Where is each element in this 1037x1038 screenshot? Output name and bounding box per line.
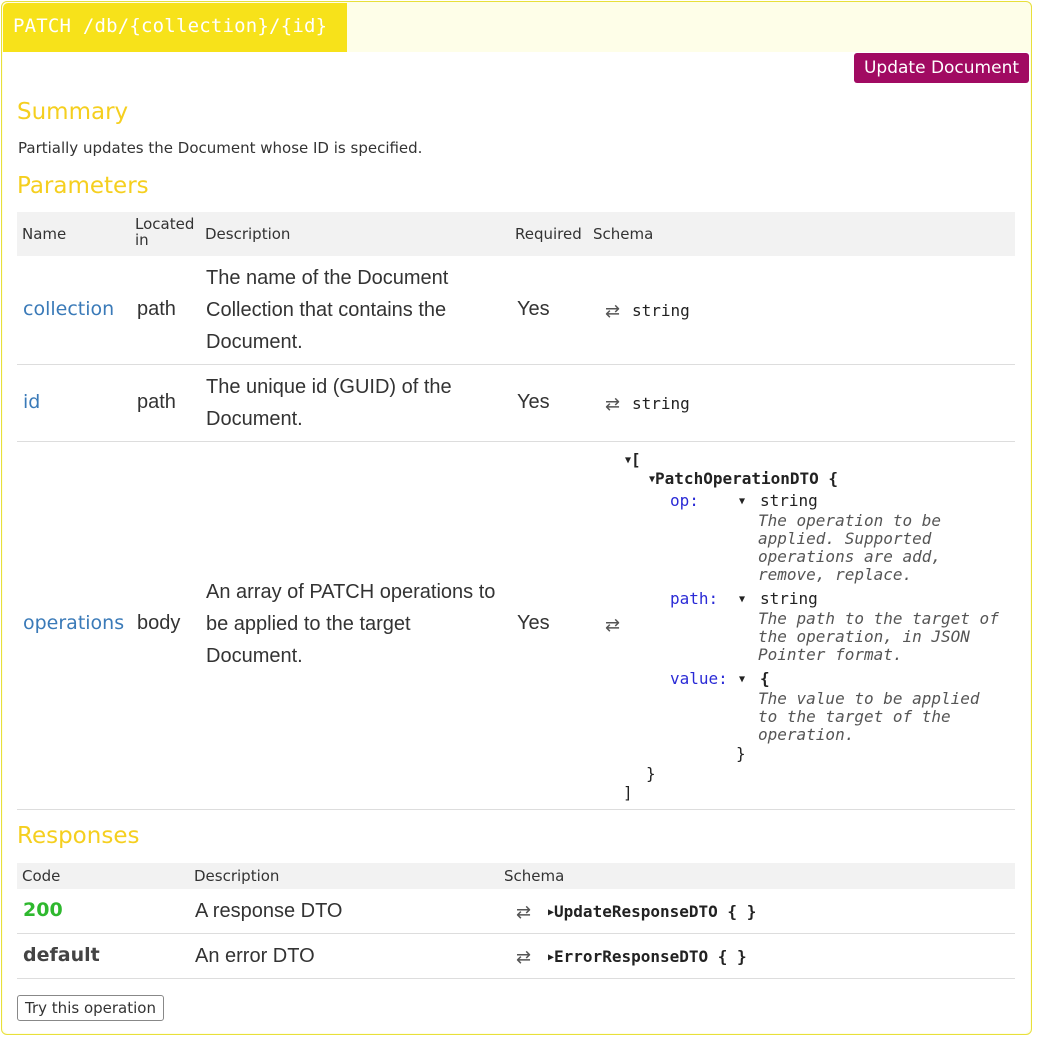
prop-desc-path: The path to the target of the operation,… [758,610,999,664]
param-description: The name of the Document Collection that… [206,262,506,358]
prop-value-toggle[interactable]: ▼ [739,669,745,688]
col-located-header: Located in [135,216,194,248]
prop-key-value: value: [670,669,728,688]
expanded-triangle-icon[interactable]: ▼ [739,594,745,605]
param-description: The unique id (GUID) of the Document. [206,371,506,435]
prop-desc-line: applied. Supported [758,529,932,548]
param-description-line: be applied to the target [206,613,411,635]
expanded-triangle-icon[interactable]: ▼ [739,674,745,685]
expanded-triangle-icon[interactable]: ▼ [649,474,655,485]
model-close-brace: } [646,764,656,783]
response-schema[interactable]: ▶ErrorResponseDTO { } [548,947,747,966]
param-row-id: id path The unique id (GUID) of the Docu… [17,365,1015,442]
array-open-bracket: [ [631,450,641,469]
param-description-line: The unique id (GUID) of the [206,376,452,398]
param-required: Yes [517,612,550,634]
col-schema-header: Schema [504,867,565,885]
prop-desc-line: the operation, in JSON [758,627,970,646]
col-description-header: Description [205,225,291,243]
array-close-bracket: ] [623,783,633,802]
response-code: default [23,944,100,966]
update-document-button[interactable]: Update Document [854,53,1029,83]
prop-desc-line: to the target of the [758,707,951,726]
schema-model[interactable]: ▼PatchOperationDTO { [649,469,838,488]
col-code-header: Code [22,867,61,885]
param-required: Yes [517,391,550,413]
param-description-line: Collection that contains the [206,299,447,321]
param-type: string [632,394,690,413]
prop-key-op: op: [670,491,699,510]
prop-desc-line: Pointer format. [758,645,903,664]
param-row-operations: operations body An array of PATCH operat… [17,442,1015,810]
param-description: An array of PATCH operations to be appli… [206,576,506,672]
param-type: string [632,301,690,320]
collapsed-triangle-icon[interactable]: ▶ [548,907,554,918]
schema-array-open[interactable]: ▼[ [625,450,641,469]
param-description-line: Document. [206,645,303,667]
prop-op-toggle[interactable]: ▼ [739,491,745,510]
expanded-triangle-icon[interactable]: ▼ [625,455,631,466]
prop-type-path: string [760,589,818,608]
responses-title: Responses [17,823,140,849]
summary-text: Partially updates the Document whose ID … [18,139,423,157]
response-schema[interactable]: ▶UpdateResponseDTO { } [548,902,756,921]
swap-icon[interactable]: ⇄ [516,902,531,923]
prop-desc-line: The path to the target of [758,609,999,628]
prop-desc-line: operation. [758,725,855,744]
prop-desc-line: The operation to be [758,511,942,530]
response-schema-name: ErrorResponseDTO { } [554,947,747,966]
responses-table-header: Code Description Schema [17,863,1015,889]
response-description: An error DTO [195,945,315,967]
response-code: 200 [23,899,63,921]
prop-type-op: string [760,491,818,510]
param-location: path [137,298,176,320]
param-row-collection: collection path The name of the Document… [17,256,1015,365]
response-description: A response DTO [195,900,343,922]
value-close-brace: } [736,744,746,763]
param-name-id[interactable]: id [23,391,40,413]
parameters-table-header: Name Located in Description Required Sch… [17,212,1015,256]
response-row-default: default An error DTO ⇄ ▶ErrorResponseDTO… [17,934,1015,979]
param-name-collection[interactable]: collection [23,298,114,320]
swap-icon[interactable]: ⇄ [516,947,531,968]
prop-desc-line: The value to be applied [758,689,980,708]
col-name-header: Name [22,225,67,243]
prop-desc-line: remove, replace. [758,565,913,584]
endpoint-method-path[interactable]: PATCH /db/{collection}/{id} [3,3,347,52]
col-located-header-line2: in [135,231,149,249]
prop-key-path: path: [670,589,719,608]
swap-icon[interactable]: ⇄ [605,615,620,636]
param-location: body [137,612,181,634]
prop-desc-line: operations are add, [758,547,942,566]
col-located-header-line1: Located [135,215,195,233]
model-name: PatchOperationDTO { [655,469,839,488]
param-required: Yes [517,298,550,320]
param-description-line: An array of PATCH operations to [206,581,496,603]
response-schema-name: UpdateResponseDTO { } [554,902,757,921]
col-description-header: Description [194,867,280,885]
response-row-200: 200 A response DTO ⇄ ▶UpdateResponseDTO … [17,889,1015,934]
collapsed-triangle-icon[interactable]: ▶ [548,952,554,963]
param-name-operations[interactable]: operations [23,612,124,634]
param-description-line: Document. [206,408,303,430]
expanded-triangle-icon[interactable]: ▼ [739,496,745,507]
swap-icon[interactable]: ⇄ [605,301,620,322]
col-required-header: Required [515,225,582,243]
parameters-title: Parameters [17,173,149,199]
param-description-line: Document. [206,331,303,353]
prop-path-toggle[interactable]: ▼ [739,589,745,608]
param-description-line: The name of the Document [206,267,449,289]
summary-title: Summary [17,99,129,125]
prop-desc-op: The operation to be applied. Supported o… [758,512,941,584]
try-operation-button[interactable]: Try this operation [17,995,164,1021]
prop-type-value: { [760,669,770,688]
swap-icon[interactable]: ⇄ [605,394,620,415]
param-location: path [137,391,176,413]
prop-desc-value: The value to be applied to the target of… [758,690,980,744]
col-schema-header: Schema [593,225,654,243]
